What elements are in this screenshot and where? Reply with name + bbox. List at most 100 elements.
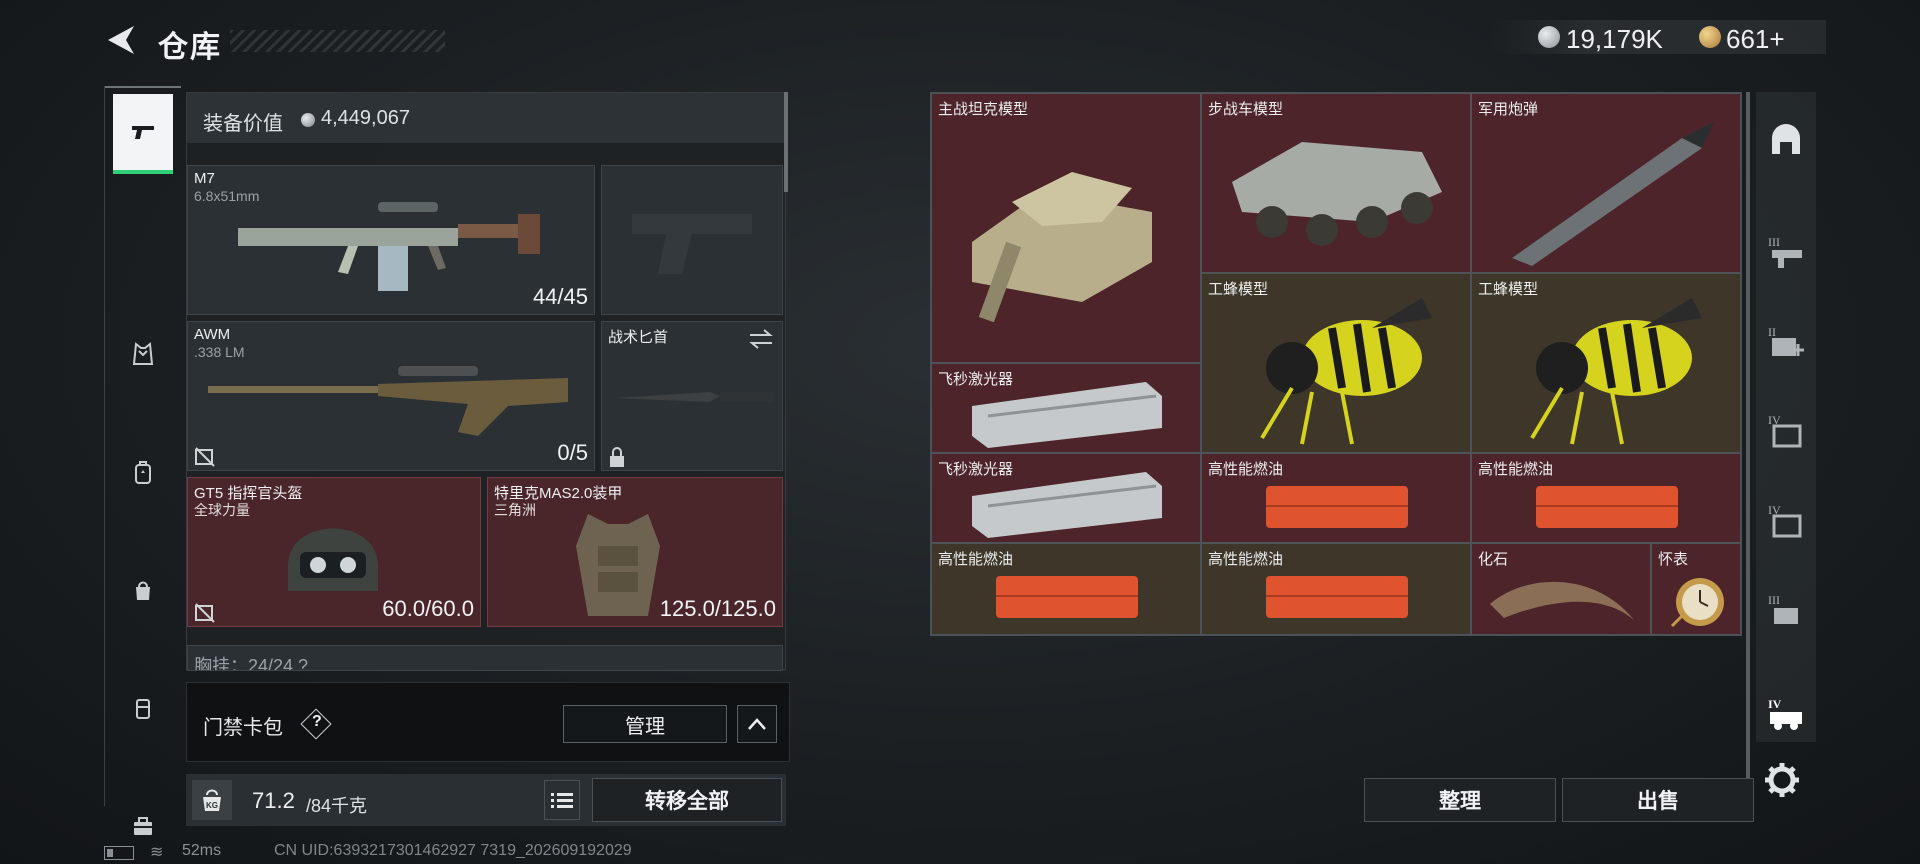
help-mark: ? bbox=[312, 713, 322, 730]
gear-icon[interactable] bbox=[1762, 760, 1802, 800]
stash-item-ifv-model[interactable]: 步战车模型 bbox=[1201, 93, 1471, 273]
stash-item-artillery-shell[interactable]: 军用炮弹 bbox=[1471, 93, 1741, 273]
no-insure-icon bbox=[195, 447, 215, 467]
no-insure-icon bbox=[195, 603, 215, 623]
gold-token-icon bbox=[1699, 26, 1721, 48]
stash-item-tank-model[interactable]: 主战坦克模型 bbox=[931, 93, 1201, 363]
vehicle-tier-icon: IV bbox=[1768, 697, 1802, 730]
backpack-icon bbox=[135, 461, 151, 484]
page-title: 仓库 bbox=[158, 31, 222, 64]
battery-icon bbox=[104, 846, 134, 860]
tidy-button[interactable]: 整理 bbox=[1364, 778, 1556, 822]
stash-scrollbar[interactable] bbox=[1746, 92, 1750, 792]
coin-icon bbox=[1538, 26, 1560, 48]
rig-tier-icon: III bbox=[1768, 593, 1798, 624]
slot-helmet[interactable]: GT5 指挥官头盔 全球力量 60.0/60.0 bbox=[187, 477, 481, 627]
stash-item-laser[interactable]: 飞秒激光器 bbox=[931, 453, 1201, 543]
coin-icon bbox=[301, 113, 315, 127]
durability: 125.0/125.0 bbox=[659, 596, 776, 621]
keybag-bar: 门禁卡包 ? 管理 bbox=[186, 682, 790, 762]
slot-melee[interactable]: 战术匕首 bbox=[601, 321, 783, 471]
slot-chest-rig[interactable]: 胸挂：24/24 ? bbox=[187, 645, 783, 671]
stash-item-fuel[interactable]: 高性能燃油 bbox=[1471, 453, 1741, 543]
ammo-count: 44/45 bbox=[532, 284, 588, 309]
fuel-case-icon bbox=[996, 576, 1138, 618]
durability: 60.0/60.0 bbox=[382, 596, 474, 621]
slot-armor[interactable]: 特里克MAS2.0装甲 三角洲 125.0/125.0 bbox=[487, 477, 783, 627]
equipment-panel: 装备价值 4,449,067 M7 6.8x51mm 44/45 AWM .33… bbox=[186, 92, 786, 671]
title-decoration bbox=[230, 30, 445, 52]
category-items-iv-2[interactable]: IV bbox=[1762, 496, 1810, 544]
collapse-button[interactable] bbox=[737, 705, 777, 743]
stash-item-fuel[interactable]: 高性能燃油 bbox=[931, 543, 1201, 635]
category-items-iv[interactable]: IV bbox=[1762, 406, 1810, 454]
slot-secondary-weapon[interactable]: AWM .338 LM 0/5 bbox=[187, 321, 595, 471]
category-container[interactable] bbox=[113, 678, 173, 738]
user-uid: CN UID:6393217301462927 7319_20260919202… bbox=[274, 842, 632, 859]
category-weapons-iii[interactable]: III bbox=[1762, 228, 1810, 276]
weight-max: /84千克 bbox=[306, 796, 368, 816]
wasp-icon bbox=[1530, 298, 1702, 445]
helmet-icon bbox=[288, 528, 378, 591]
svg-text:KG: KG bbox=[206, 801, 218, 810]
chevron-up-icon bbox=[748, 718, 766, 730]
left-category-column bbox=[104, 86, 181, 835]
laser-device-icon bbox=[972, 382, 1162, 448]
stash-item-fossil[interactable]: 化石 bbox=[1471, 543, 1651, 635]
stash-item-laser[interactable]: 飞秒激光器 bbox=[931, 363, 1201, 453]
wasp-icon bbox=[1260, 298, 1432, 445]
weight-icon: KG bbox=[192, 780, 232, 820]
category-vehicle-iv[interactable]: IV bbox=[1762, 690, 1810, 738]
category-medical-ii[interactable]: II bbox=[1762, 318, 1810, 366]
transfer-all-button[interactable]: 转移全部 bbox=[592, 778, 782, 822]
kettlebell-icon: KG bbox=[203, 789, 221, 811]
category-weapons[interactable] bbox=[113, 94, 173, 174]
sniper-rifle-icon bbox=[208, 366, 568, 436]
category-armor[interactable] bbox=[113, 324, 173, 384]
weight-bar: KG 71.2 /84千克 转移全部 bbox=[186, 774, 786, 826]
back-arrow-icon[interactable] bbox=[100, 22, 140, 58]
body-armor-icon bbox=[576, 514, 660, 616]
fuel-case-icon bbox=[1536, 486, 1678, 528]
list-view-button[interactable] bbox=[544, 780, 580, 820]
currency-bar: 19,179K 661+ bbox=[1490, 20, 1826, 54]
category-bag[interactable] bbox=[113, 560, 173, 620]
currency-primary: 19,179K bbox=[1566, 24, 1663, 54]
laser-device-icon bbox=[972, 472, 1162, 538]
slot-pistol-empty[interactable] bbox=[601, 165, 783, 315]
equipment-value: 4,449,067 bbox=[321, 107, 410, 129]
missile-icon bbox=[1512, 122, 1714, 266]
fuel-case-icon bbox=[1266, 576, 1408, 618]
tank-icon bbox=[972, 172, 1152, 322]
weight-current: 71.2 bbox=[252, 788, 295, 813]
category-backpack[interactable] bbox=[113, 442, 173, 502]
ifv-icon bbox=[1232, 142, 1442, 246]
rifle-icon bbox=[238, 202, 540, 291]
category-rig-iii[interactable]: III bbox=[1762, 586, 1810, 634]
category-all[interactable] bbox=[1762, 116, 1810, 164]
case-icon bbox=[136, 699, 150, 719]
manage-button[interactable]: 管理 bbox=[563, 705, 727, 743]
arch-icon bbox=[1772, 124, 1800, 154]
equipment-value-header: 装备价值 4,449,067 bbox=[187, 93, 785, 143]
svg-text:IV: IV bbox=[1768, 697, 1782, 711]
stash-item-fuel[interactable]: 高性能燃油 bbox=[1201, 543, 1471, 635]
currency-secondary[interactable]: 661+ bbox=[1726, 24, 1785, 55]
pistol-placeholder-icon bbox=[632, 214, 752, 274]
list-icon bbox=[551, 793, 573, 808]
stash-item-fuel[interactable]: 高性能燃油 bbox=[1201, 453, 1471, 543]
fuel-case-icon bbox=[1266, 486, 1408, 528]
toolbox-icon bbox=[134, 817, 152, 835]
stash-grid: 主战坦克模型 步战车模型 军用炮弹 工蜂模型 工蜂模型 飞秒激光器 飞秒激光器 … bbox=[930, 92, 1742, 636]
pouch-icon bbox=[136, 581, 150, 600]
swap-icon[interactable] bbox=[748, 328, 774, 350]
slot-primary-weapon[interactable]: M7 6.8x51mm 44/45 bbox=[187, 165, 595, 315]
wifi-icon: ≋ bbox=[150, 844, 164, 861]
equipment-scrollbar[interactable] bbox=[784, 92, 788, 192]
stash-item-wasp-model[interactable]: 工蜂模型 bbox=[1201, 273, 1471, 453]
box-tier-icon: IV bbox=[1768, 413, 1802, 448]
gun-tier-icon: III bbox=[1768, 235, 1802, 268]
sell-button[interactable]: 出售 bbox=[1562, 778, 1754, 822]
stash-item-wasp-model[interactable]: 工蜂模型 bbox=[1471, 273, 1741, 453]
stash-item-pocket-watch[interactable]: 怀表 bbox=[1651, 543, 1741, 635]
